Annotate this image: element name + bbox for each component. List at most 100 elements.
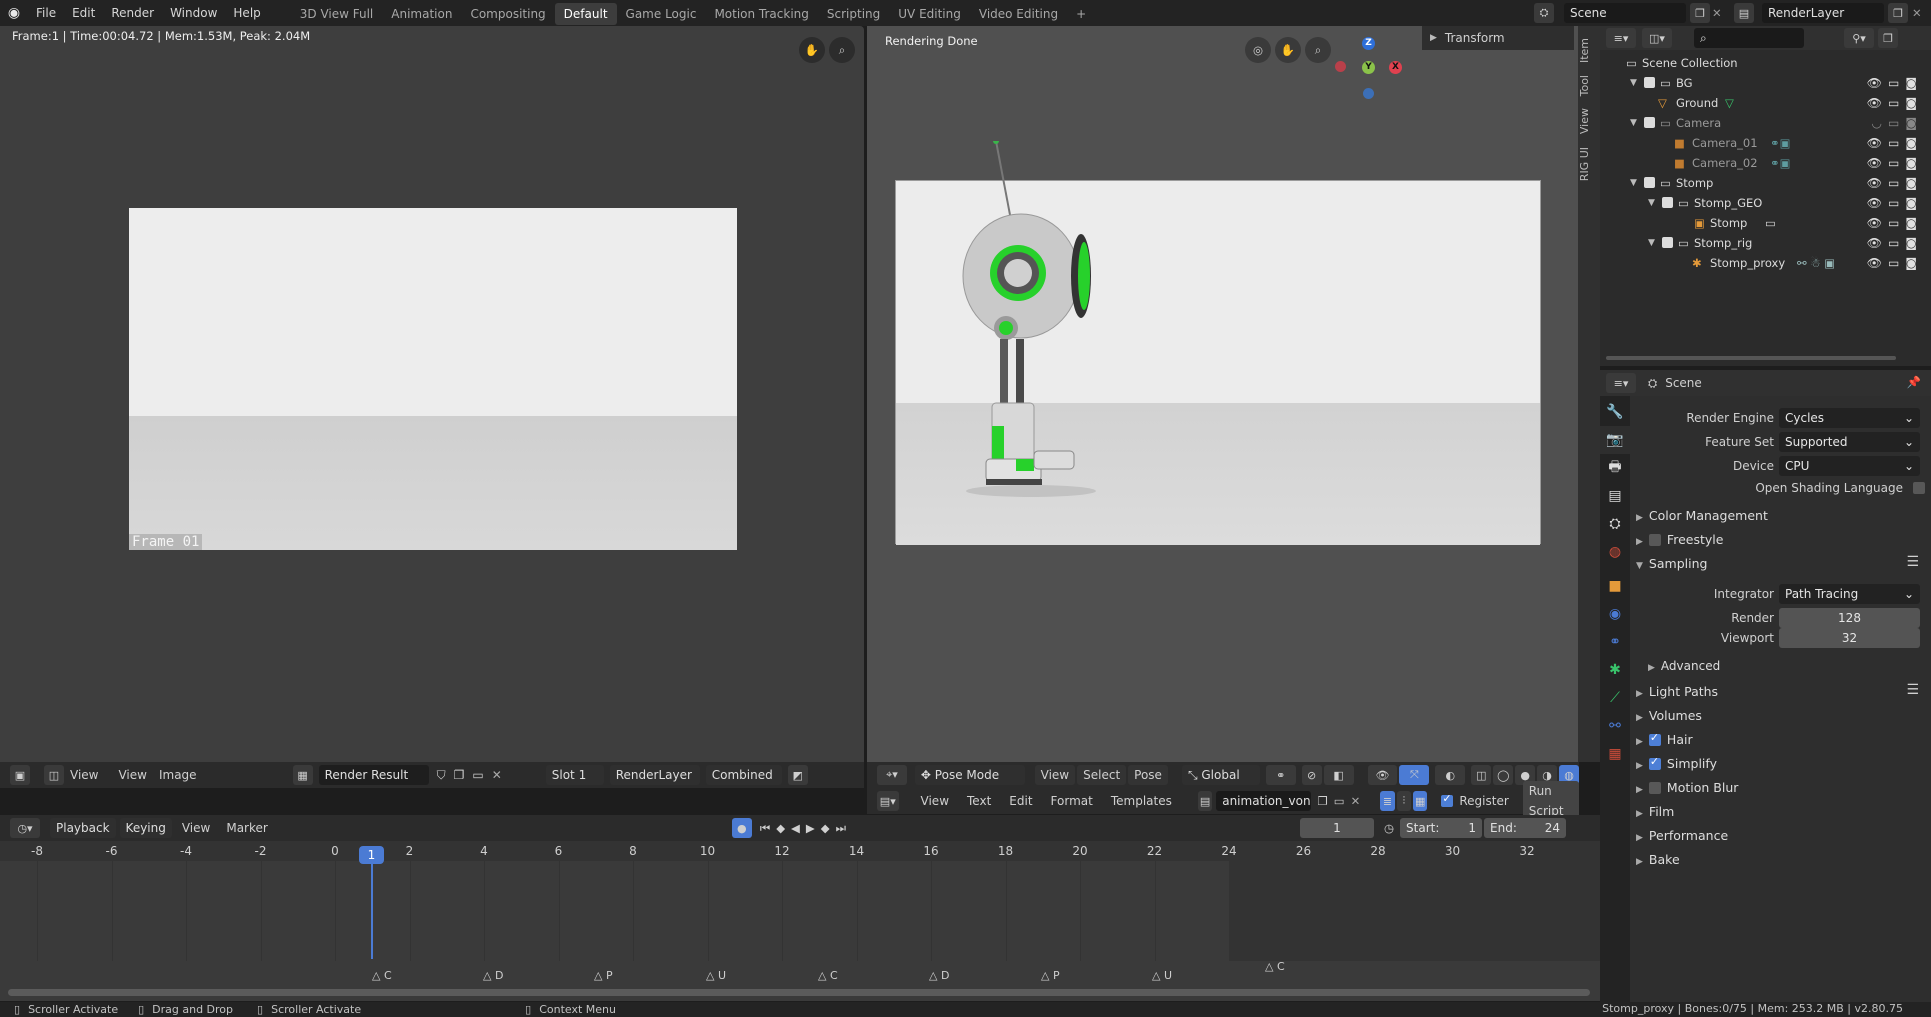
simplify-checkbox[interactable] — [1648, 755, 1661, 770]
menu-pose[interactable]: Pose — [1128, 765, 1168, 785]
outliner-search-input[interactable]: ⌕ — [1694, 28, 1804, 48]
section-freestyle[interactable]: ▶ Freestyle — [1636, 532, 1723, 547]
outliner-row-camera-02[interactable]: ■ Camera_02 ⚭▣ 👁▭◙ — [1600, 153, 1931, 173]
osl-checkbox[interactable] — [1913, 482, 1925, 494]
outliner-row-stomp-rig[interactable]: ▼ ▭ Stomp_rig 👁▭◙ — [1600, 233, 1931, 253]
playback-dropdown[interactable]: Playback — [50, 818, 116, 838]
outliner-row-ground[interactable]: ▽ Ground ▽ 👁▭◙ — [1600, 93, 1931, 113]
close-icon[interactable]: ✕ — [492, 768, 502, 782]
editor-type-icon[interactable]: ▣ — [10, 765, 30, 785]
zoom-icon[interactable]: ⌕ — [1305, 37, 1331, 63]
timeline-marker[interactable]: △ P — [1041, 969, 1060, 982]
jump-keyframe-forward-icon[interactable]: ◆ — [821, 821, 830, 835]
line-numbers-icon[interactable]: ≣ — [1380, 791, 1395, 811]
proportional-icon[interactable]: ◧ — [1323, 765, 1354, 785]
menu-render[interactable]: Render — [103, 0, 162, 26]
outliner-scrollbar[interactable] — [1606, 356, 1896, 360]
section-performance[interactable]: ▶ Performance — [1636, 828, 1728, 843]
3d-viewport[interactable]: Rendering Done ◎ ✋ ⌕ Z Y X — [867, 26, 1579, 762]
motion-blur-checkbox[interactable] — [1648, 782, 1661, 794]
menu-view[interactable]: View — [176, 821, 216, 835]
copy-icon[interactable]: ❐ — [454, 768, 465, 782]
device-dropdown[interactable]: CPU ⌄ — [1779, 456, 1920, 476]
timeline-marker[interactable]: △ C — [818, 969, 838, 982]
new-collection-icon[interactable]: ❐ — [1878, 28, 1898, 48]
timeline-marker[interactable]: △ U — [1152, 969, 1172, 982]
include-checkbox[interactable] — [1644, 117, 1655, 128]
delete-scene-icon[interactable]: ✕ — [1712, 6, 1722, 20]
orientation-dropdown[interactable]: ⤡ Global — [1181, 765, 1260, 785]
menu-view[interactable]: View — [112, 768, 152, 782]
timeline-marker[interactable]: △ D — [929, 969, 949, 982]
editor-type-icon[interactable]: ◷▾ — [10, 818, 40, 838]
image-name-field[interactable]: Render Result — [318, 765, 429, 785]
menu-view[interactable]: View — [1034, 765, 1076, 785]
collapse-icon[interactable]: ▼ — [1630, 113, 1637, 133]
menu-text[interactable]: Text — [961, 794, 997, 808]
zoom-icon[interactable]: ⌕ — [829, 37, 855, 63]
menu-marker[interactable]: Marker — [220, 821, 273, 835]
menu-edit[interactable]: Edit — [1003, 794, 1038, 808]
new-layer-button[interactable]: ❐ — [1888, 3, 1908, 23]
editor-type-icon[interactable]: ≡▾ — [1606, 28, 1636, 48]
slot-dropdown[interactable]: Slot 1 — [545, 765, 604, 785]
jump-end-icon[interactable]: ⏭ — [836, 821, 846, 836]
menu-view[interactable]: View — [915, 794, 955, 808]
timeline-marker[interactable]: △ C — [372, 969, 392, 982]
filter-icon[interactable]: ⚲▾ — [1844, 28, 1874, 48]
object-data-tab-icon[interactable]: ✱ — [1600, 656, 1630, 684]
pan-hand-icon[interactable]: ✋ — [1275, 37, 1301, 63]
editor-type-icon[interactable]: ▤▾ — [877, 791, 899, 811]
restrict-icons[interactable]: 👁▭◙ — [1867, 153, 1923, 173]
image-browse-icon[interactable]: ▦ — [292, 765, 313, 785]
image-editor[interactable]: Frame:1 | Time:00:04.72 | Mem:1.53M, Pea… — [0, 26, 864, 788]
tab-video-editing[interactable]: Video Editing — [970, 3, 1067, 25]
delete-layer-icon[interactable]: ✕ — [1912, 6, 1922, 20]
restrict-icons[interactable]: 👁▭◙ — [1867, 233, 1923, 253]
start-frame-field[interactable]: Start: 1 — [1400, 818, 1483, 838]
bone-tab-icon[interactable]: ⟋ — [1600, 684, 1630, 712]
menu-help[interactable]: Help — [225, 0, 268, 26]
render-engine-dropdown[interactable]: Cycles ⌄ — [1779, 408, 1920, 428]
jump-keyframe-back-icon[interactable]: ◆ — [776, 821, 785, 835]
timeline-marker[interactable]: △ U — [706, 969, 726, 982]
close-icon[interactable]: ✕ — [1351, 794, 1361, 808]
gizmo-y-axis[interactable]: Y — [1362, 61, 1375, 74]
display-channels-icon[interactable]: ◩ — [787, 765, 808, 785]
end-frame-field[interactable]: End: 24 — [1484, 818, 1567, 838]
display-mode-icon[interactable]: ◫▾ — [1642, 28, 1672, 48]
play-icon[interactable]: ▶ — [806, 821, 815, 835]
syntax-highlight-icon[interactable]: ▦ — [1413, 791, 1428, 811]
mode-dropdown[interactable]: ✥ Pose Mode — [914, 765, 1025, 785]
tab-tool[interactable]: Tool — [1578, 69, 1600, 102]
presets-list-icon[interactable]: ☰ — [1906, 682, 1919, 698]
pan-hand-icon[interactable]: ✋ — [799, 37, 825, 63]
folder-icon[interactable]: ▭ — [1334, 794, 1345, 808]
gizmo-neg-z[interactable] — [1363, 88, 1374, 99]
current-frame-field[interactable]: 1 — [1299, 818, 1374, 838]
pass-dropdown[interactable]: Combined — [705, 765, 782, 785]
section-volumes[interactable]: ▶ Volumes — [1636, 708, 1702, 723]
section-film[interactable]: ▶ Film — [1636, 804, 1674, 819]
tab-default[interactable]: Default — [554, 3, 617, 25]
restrict-icons[interactable]: 👁▭◙ — [1867, 133, 1923, 153]
outliner-row-camera[interactable]: ▼ ▭ Camera ◡▭◙ — [1600, 113, 1931, 133]
restrict-icons[interactable]: 👁▭◙ — [1867, 213, 1923, 233]
tab-scripting[interactable]: Scripting — [818, 3, 889, 25]
constraints-tab-icon[interactable]: ⚭ — [1600, 628, 1630, 656]
physics-tab-icon[interactable]: ◉ — [1600, 600, 1630, 628]
gizmo-x-axis[interactable]: X — [1389, 61, 1402, 74]
outliner-row-bg[interactable]: ▼ ▭ BG 👁▭◙ — [1600, 73, 1931, 93]
outliner-row-stomp-proxy[interactable]: ✱ Stomp_proxy ⚯ ☃ ▣ 👁▭◙ — [1600, 253, 1931, 273]
playhead-line[interactable] — [371, 861, 373, 959]
tab-animation[interactable]: Animation — [382, 3, 461, 25]
pin-icon[interactable]: 📌 — [1907, 375, 1921, 389]
section-light-paths[interactable]: ▶ Light Paths — [1636, 684, 1718, 699]
tool-tab-icon[interactable]: 🔧 — [1600, 398, 1630, 426]
collapse-icon[interactable]: ▼ — [1648, 233, 1655, 253]
outliner-row-stomp-object[interactable]: ▣ Stomp ▭ 👁▭◙ — [1600, 213, 1931, 233]
feature-set-dropdown[interactable]: Supported ⌄ — [1779, 432, 1920, 452]
integrator-dropdown[interactable]: Path Tracing ⌄ — [1779, 584, 1920, 604]
tab-compositing[interactable]: Compositing — [461, 3, 554, 25]
menu-file[interactable]: File — [28, 0, 64, 26]
